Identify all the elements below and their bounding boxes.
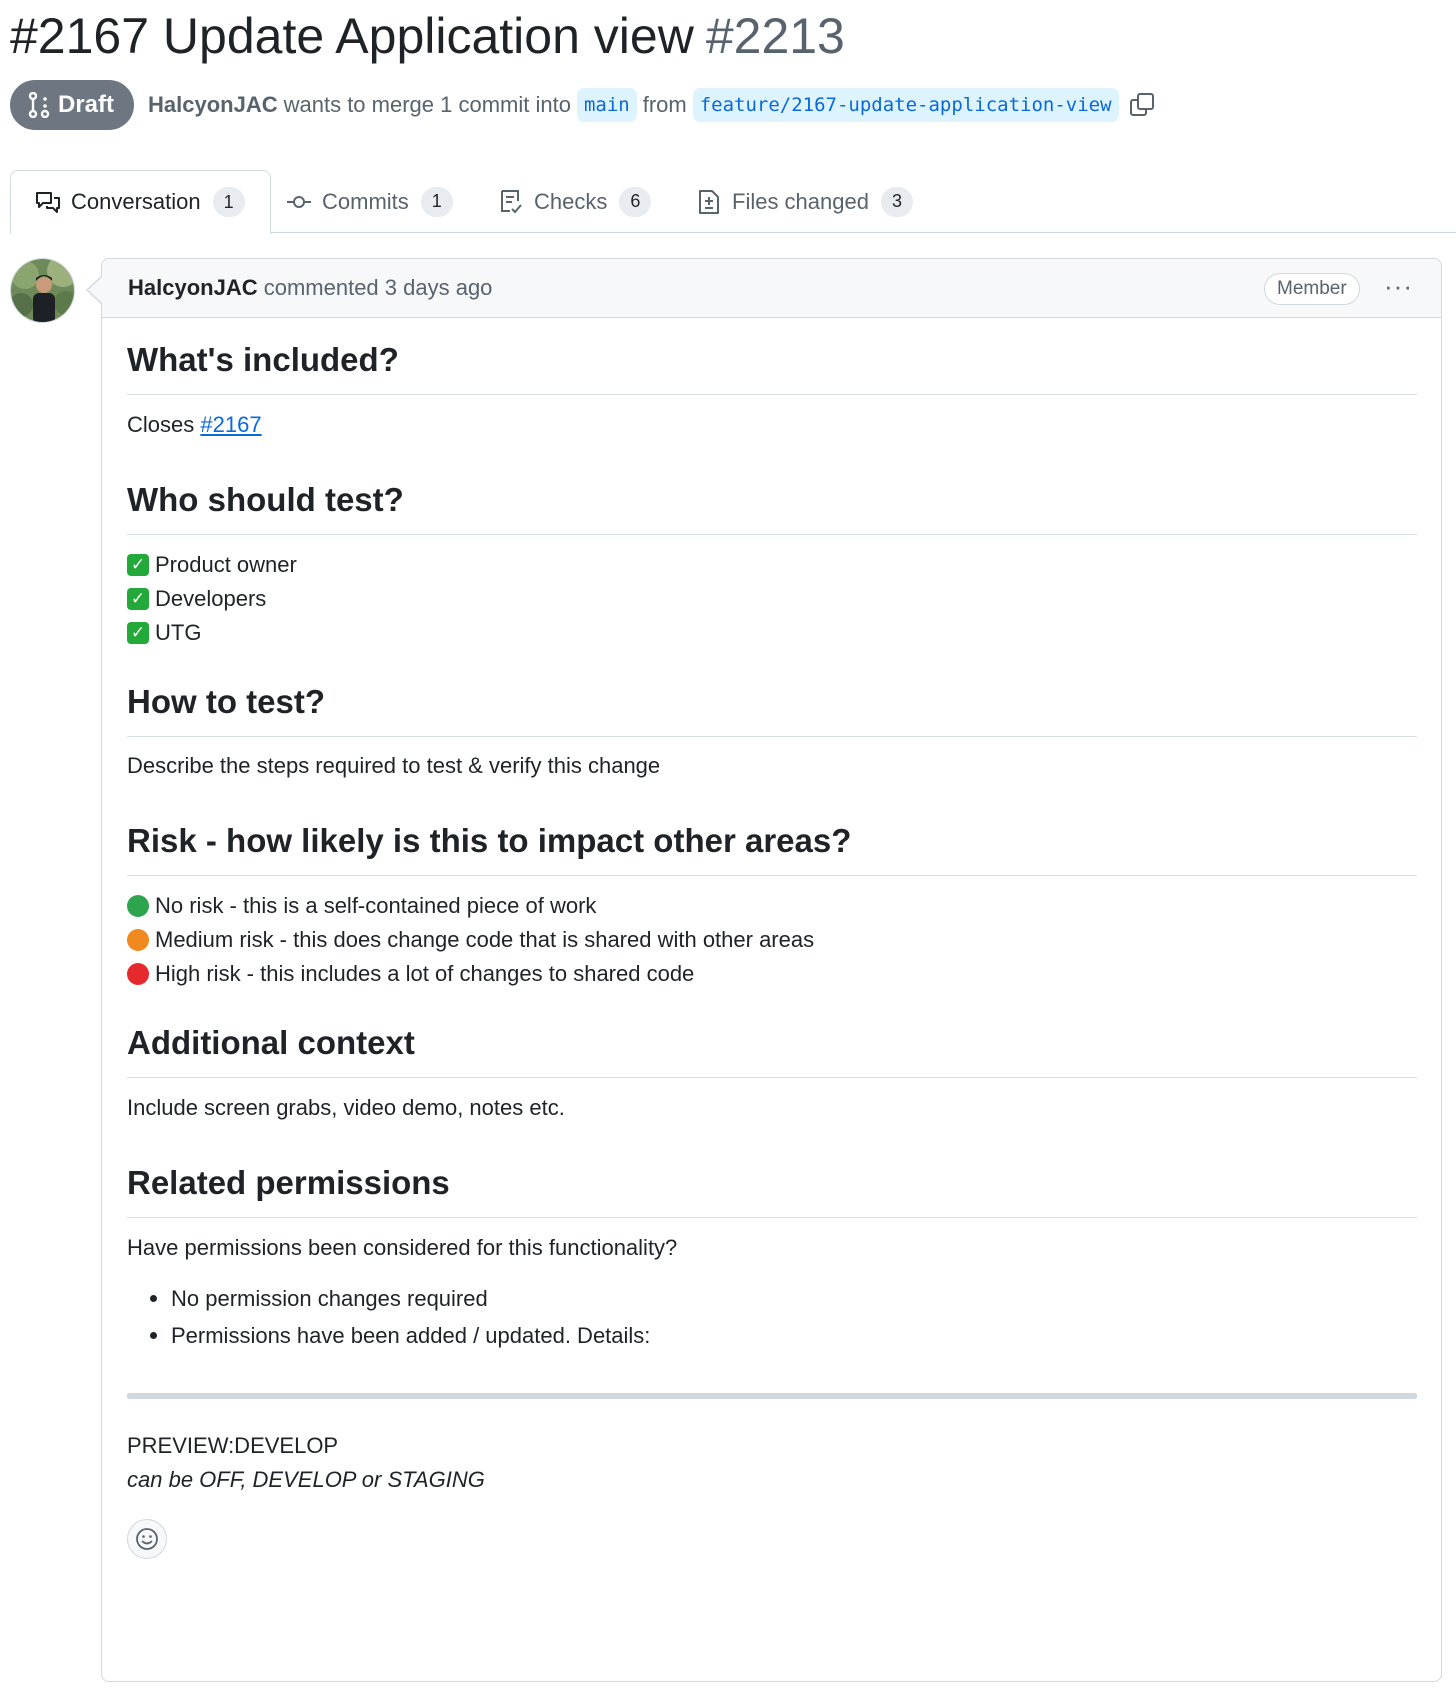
tab-checks[interactable]: Checks 6 [498, 170, 652, 233]
orange-circle-icon [127, 929, 149, 951]
permissions-question: Have permissions been considered for thi… [127, 1235, 678, 1260]
file-diff-icon [696, 189, 722, 215]
comment-meta: HalcyonJAC commented 3 days ago [128, 275, 492, 301]
comment-box: HalcyonJAC commented 3 days ago Member ·… [101, 258, 1442, 1682]
checklist-icon [498, 189, 524, 215]
heading-how-to-test: How to test? [127, 680, 1417, 737]
copy-icon[interactable] [1129, 92, 1155, 118]
pr-title: #2167 Update Application view [10, 8, 694, 64]
pr-title-row: #2167 Update Application view #2213 [10, 6, 845, 66]
check-mark-icon: ✓ [127, 622, 149, 644]
pr-tabs: Conversation 1 Commits 1 Checks 6 Files … [10, 170, 1456, 234]
tab-label: Checks [534, 188, 608, 214]
list-item: High risk - this includes a lot of chang… [127, 957, 814, 991]
check-mark-icon: ✓ [127, 588, 149, 610]
tab-counter: 6 [619, 186, 652, 217]
list-item: Medium risk - this does change code that… [127, 923, 814, 957]
tab-label: Commits [322, 188, 409, 214]
member-badge: Member [1264, 273, 1360, 305]
draft-status-badge: Draft [10, 80, 135, 130]
from-text: from [642, 92, 687, 117]
tab-counter: 1 [212, 187, 245, 217]
draft-label: Draft [58, 91, 115, 118]
avatar[interactable] [10, 258, 75, 323]
tab-label: Conversation [71, 189, 201, 214]
how-to-test-text: Describe the steps required to test & ve… [127, 753, 661, 778]
add-reaction-smiley-icon[interactable] [127, 1519, 167, 1559]
closes-paragraph: Closes #2167 [127, 408, 262, 442]
pr-number: #2213 [705, 8, 845, 64]
who-list: ✓ Product owner ✓ Developers ✓ UTG [127, 548, 297, 650]
list-item: ✓ Developers [127, 582, 297, 616]
permissions-list: No permission changes required Permissio… [127, 1280, 650, 1354]
heading-risk: Risk - how likely is this to impact othe… [127, 819, 1417, 876]
merge-text: wants to merge 1 commit into [283, 92, 571, 117]
git-pull-request-draft-icon [28, 92, 50, 118]
pr-author-link[interactable]: HalcyonJAC [148, 92, 278, 118]
comment-timestamp[interactable]: commented 3 days ago [264, 275, 493, 300]
tab-counter: 3 [880, 186, 913, 217]
comment-header: HalcyonJAC commented 3 days ago Member ·… [102, 259, 1441, 318]
tab-conversation[interactable]: Conversation 1 [10, 170, 271, 234]
horizontal-rule [127, 1393, 1417, 1399]
green-circle-icon [127, 895, 149, 917]
preview-text: PREVIEW:DEVELOP [127, 1433, 339, 1458]
tab-files-changed[interactable]: Files changed 3 [696, 170, 913, 233]
list-item: ✓ UTG [127, 616, 297, 650]
tab-counter: 1 [420, 186, 453, 217]
kebab-menu-icon[interactable]: ··· [1384, 271, 1413, 301]
list-item: ✓ Product owner [127, 548, 297, 582]
tab-label: Files changed [732, 188, 869, 214]
preview-note: can be OFF, DEVELOP or STAGING [127, 1467, 485, 1492]
head-branch[interactable]: feature/2167-update-application-view [692, 88, 1119, 122]
risk-list: No risk - this is a self-contained piece… [127, 889, 814, 991]
closes-text: Closes [127, 412, 195, 437]
heading-who-should-test: Who should test? [127, 478, 1417, 535]
context-text: Include screen grabs, video demo, notes … [127, 1095, 565, 1120]
check-mark-icon: ✓ [127, 554, 149, 576]
pr-meta-row: Draft HalcyonJAC wants to merge 1 commit… [10, 80, 1155, 130]
heading-related-permissions: Related permissions [127, 1161, 1417, 1218]
closes-issue-link[interactable]: #2167 [200, 412, 261, 437]
heading-whats-included: What's included? [127, 338, 1417, 395]
heading-additional-context: Additional context [127, 1021, 1417, 1078]
list-item: No risk - this is a self-contained piece… [127, 889, 814, 923]
base-branch[interactable]: main [576, 88, 637, 122]
comment-author-link[interactable]: HalcyonJAC [128, 275, 258, 300]
comment-discussion-icon [35, 190, 61, 214]
git-commit-icon [286, 190, 312, 214]
tab-commits[interactable]: Commits 1 [286, 170, 453, 233]
red-circle-icon [127, 963, 149, 985]
list-item: No permission changes required [127, 1280, 650, 1317]
list-item: Permissions have been added / updated. D… [127, 1317, 650, 1354]
comment-arrow-fill [88, 277, 102, 303]
